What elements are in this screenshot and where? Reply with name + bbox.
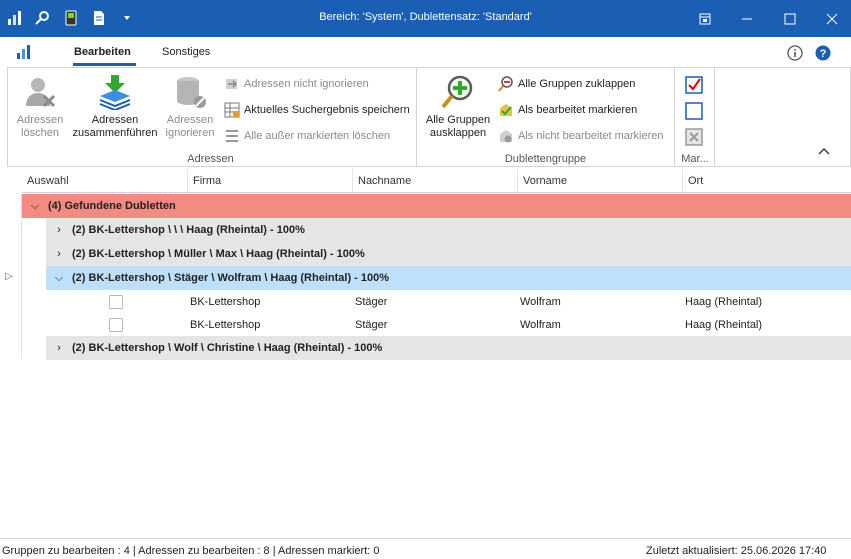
als-nicht-bearbeitet-label: Als nicht bearbeitet markieren xyxy=(518,130,664,142)
group-label: (4) Gefundene Dubletten xyxy=(48,200,176,212)
unignore-icon xyxy=(224,76,240,92)
list-delete-icon xyxy=(224,128,240,144)
svg-text:?: ? xyxy=(820,48,827,60)
adressen-loeschen-label2: löschen xyxy=(21,127,59,139)
group-row[interactable]: › (2) BK-Lettershop \ \ \ Haag (Rheintal… xyxy=(46,218,851,242)
alle-ausser-markierten-label: Alle außer markierten löschen xyxy=(244,130,391,142)
minimize-icon[interactable] xyxy=(725,0,769,37)
cell-nachname: Stäger xyxy=(355,319,388,331)
delete-user-icon xyxy=(22,74,58,110)
cell-ort: Haag (Rheintal) xyxy=(685,319,763,331)
info-icon[interactable] xyxy=(787,45,803,64)
magnifier-minus-icon xyxy=(498,76,514,92)
check-all-icon[interactable] xyxy=(685,76,703,97)
adressen-zusammenfuehren-label2: zusammenführen xyxy=(72,127,158,139)
adressen-nicht-ignorieren-button[interactable]: Adressen nicht ignorieren xyxy=(224,76,369,92)
status-counts: Gruppen zu bearbeiten : 4 | Adressen zu … xyxy=(2,545,380,557)
close-icon[interactable] xyxy=(810,0,851,37)
cell-nachname: Stäger xyxy=(355,296,388,308)
group-label-markieren: Mar... xyxy=(681,153,709,165)
chevron-down-icon[interactable]: ⌵ xyxy=(28,194,42,218)
tab-sonstiges[interactable]: Sonstiges xyxy=(162,46,210,58)
group-divider xyxy=(714,68,715,167)
chevron-right-icon[interactable]: › xyxy=(52,336,66,360)
magnifier-plus-icon xyxy=(440,74,476,110)
uncheck-all-icon[interactable] xyxy=(685,102,703,123)
group-label: (2) BK-Lettershop \ Stäger \ Wolfram \ H… xyxy=(72,272,390,284)
current-row-indicator-icon: ▷ xyxy=(5,271,13,282)
group-label: (2) BK-Lettershop \ \ \ Haag (Rheintal) … xyxy=(72,224,305,236)
restore-window-icon[interactable] xyxy=(683,0,727,37)
auswahl-checkbox[interactable] xyxy=(109,318,123,332)
help-icon[interactable]: ? xyxy=(815,45,831,64)
merge-layers-icon xyxy=(97,74,133,112)
column-header-firma[interactable]: Firma xyxy=(187,169,352,193)
group-row[interactable]: › (2) BK-Lettershop \ Wolf \ Christine \… xyxy=(46,336,851,360)
maximize-icon[interactable] xyxy=(768,0,812,37)
adressen-loeschen-button[interactable]: Adressen löschen xyxy=(16,74,64,140)
cell-ort: Haag (Rheintal) xyxy=(685,296,763,308)
group-label: (2) BK-Lettershop \ Müller \ Max \ Haag … xyxy=(72,248,365,260)
adressen-zusammenfuehren-button[interactable]: Adressen zusammenführen xyxy=(72,74,158,140)
group-row-selected[interactable]: ⌵ (2) BK-Lettershop \ Stäger \ Wolfram \… xyxy=(46,266,851,290)
ribbon: Adressen löschen Adressen zusammenführen… xyxy=(7,67,851,167)
adressen-zusammenfuehren-label1: Adressen xyxy=(91,114,139,126)
group-label-adressen: Adressen xyxy=(187,153,234,165)
group-label-dublettengruppe: Dublettengruppe xyxy=(504,153,587,165)
adressen-ignorieren-button[interactable]: Adressen ignorieren xyxy=(164,74,216,140)
app-menu-icon[interactable] xyxy=(16,44,32,63)
table-row[interactable]: BK-Lettershop Stäger Wolfram Haag (Rhein… xyxy=(46,313,851,337)
tab-bearbeiten[interactable]: Bearbeiten xyxy=(74,46,131,58)
group-row[interactable]: › (2) BK-Lettershop \ Müller \ Max \ Haa… xyxy=(46,242,851,266)
group-row-top[interactable]: ⌵ (4) Gefundene Dubletten xyxy=(22,194,851,218)
adressen-nicht-ignorieren-label: Adressen nicht ignorieren xyxy=(244,78,369,90)
chevron-right-icon[interactable]: › xyxy=(52,218,66,242)
ausklappen-label1: Alle Gruppen xyxy=(425,114,491,126)
title-bar: Bereich: 'System', Dublettensatz: 'Stand… xyxy=(0,0,851,37)
cell-vorname: Wolfram xyxy=(520,319,561,331)
als-nicht-bearbeitet-markieren-button[interactable]: Als nicht bearbeitet markieren xyxy=(498,128,664,144)
adressen-loeschen-label1: Adressen xyxy=(16,114,64,126)
suchergebnis-speichern-label: Aktuelles Suchergebnis speichern xyxy=(244,104,410,116)
column-header-ort[interactable]: Ort xyxy=(682,169,851,193)
status-last-updated: Zuletzt aktualisiert: 25.06.2026 17:40 xyxy=(646,545,827,557)
collapse-ribbon-icon[interactable] xyxy=(818,146,830,161)
auswahl-checkbox[interactable] xyxy=(109,295,123,309)
alle-gruppen-zuklappen-label: Alle Gruppen zuklappen xyxy=(518,78,636,90)
database-ignore-icon xyxy=(172,74,208,110)
column-header-vorname[interactable]: Vorname xyxy=(517,169,682,193)
chevron-right-icon[interactable]: › xyxy=(52,242,66,266)
column-header-auswahl[interactable]: Auswahl xyxy=(22,169,187,193)
save-grid-icon xyxy=(224,102,240,118)
cell-vorname: Wolfram xyxy=(520,296,561,308)
mark-done-icon xyxy=(498,102,514,118)
active-tab-indicator xyxy=(73,63,136,66)
chevron-down-icon[interactable]: ⌵ xyxy=(52,266,66,290)
invert-selection-icon[interactable] xyxy=(685,128,703,149)
ausklappen-label2: ausklappen xyxy=(429,127,487,139)
alle-gruppen-zuklappen-button[interactable]: Alle Gruppen zuklappen xyxy=(498,76,635,92)
column-header-nachname[interactable]: Nachname xyxy=(352,169,517,193)
group-label: (2) BK-Lettershop \ Wolf \ Christine \ H… xyxy=(72,342,383,354)
grid-header: Auswahl Firma Nachname Vorname Ort xyxy=(22,169,851,193)
alle-gruppen-ausklappen-button[interactable]: Alle Gruppen ausklappen xyxy=(424,74,492,140)
adressen-ignorieren-label2: ignorieren xyxy=(165,127,215,139)
cell-firma: BK-Lettershop xyxy=(190,319,261,331)
als-bearbeitet-markieren-button[interactable]: Als bearbeitet markieren xyxy=(498,102,637,118)
cell-firma: BK-Lettershop xyxy=(190,296,261,308)
adressen-ignorieren-label1: Adressen xyxy=(166,114,214,126)
als-bearbeitet-label: Als bearbeitet markieren xyxy=(518,104,638,116)
mark-undone-icon xyxy=(498,128,514,144)
table-row[interactable]: BK-Lettershop Stäger Wolfram Haag (Rhein… xyxy=(46,290,851,314)
suchergebnis-speichern-button[interactable]: Aktuelles Suchergebnis speichern xyxy=(224,102,410,118)
status-bar: Gruppen zu bearbeiten : 4 | Adressen zu … xyxy=(0,538,851,559)
alle-ausser-markierten-loeschen-button[interactable]: Alle außer markierten löschen xyxy=(224,128,390,144)
